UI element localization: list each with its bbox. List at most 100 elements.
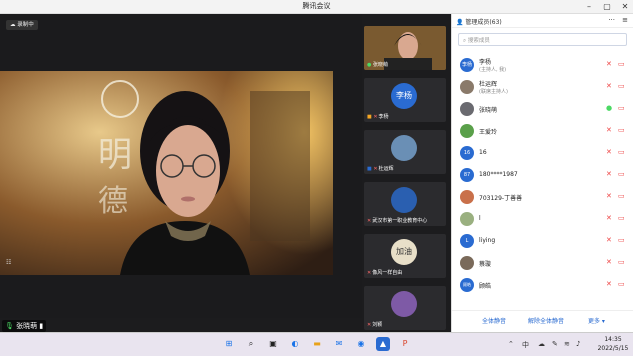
camera-off-icon[interactable]: ▭ bbox=[618, 60, 625, 68]
mic-off-icon[interactable]: ✕ bbox=[606, 148, 612, 156]
tencent-meeting-icon[interactable]: ▲ bbox=[376, 337, 390, 351]
members-icon: 👤 bbox=[456, 19, 464, 26]
windows-start-icon[interactable]: ⊞ bbox=[222, 337, 236, 351]
avatar bbox=[460, 102, 474, 116]
search-icon[interactable]: ⌕ bbox=[244, 337, 258, 351]
camera-off-icon[interactable]: ▭ bbox=[618, 104, 625, 112]
svg-text:明: 明 bbox=[98, 135, 132, 175]
more-options-icon[interactable]: ··· bbox=[608, 16, 615, 24]
layout-grid-icon[interactable]: ☷ bbox=[6, 259, 16, 268]
avatar: 顾皓 bbox=[460, 278, 474, 292]
mic-on-icon[interactable]: ● bbox=[606, 104, 612, 112]
mic-off-icon[interactable]: ✕ bbox=[606, 236, 612, 244]
camera-off-icon[interactable]: ▭ bbox=[618, 126, 625, 134]
thumb-participant[interactable]: ■ ✕杜运辉 bbox=[364, 130, 446, 174]
avatar: 李杨 bbox=[391, 83, 417, 109]
mic-off-icon[interactable]: ✕ bbox=[606, 126, 612, 134]
search-icon: ⌕ bbox=[463, 38, 467, 44]
wps-icon[interactable]: P bbox=[398, 337, 412, 351]
panel-header: 👤 管理成员(63) ··· ≡ bbox=[452, 14, 633, 28]
camera-off-icon[interactable]: ▭ bbox=[618, 148, 625, 156]
mail-icon[interactable]: ✉ bbox=[332, 337, 346, 351]
member-list: 李杨 李杨 (主持人, 我) ✕ ▭ 杜运辉 (联席主持人) ✕ ▭ 张晓萌 ●… bbox=[452, 54, 633, 312]
svg-text:德: 德 bbox=[98, 184, 128, 219]
wifi-icon[interactable]: ≋ bbox=[564, 340, 570, 348]
cohost-icon: ■ bbox=[367, 166, 372, 172]
more-button[interactable]: 更多 ▾ bbox=[588, 316, 605, 325]
avatar: L bbox=[460, 234, 474, 248]
maximize-icon[interactable]: ▢ bbox=[601, 1, 613, 13]
thumb-participant[interactable]: ✕武汉市第一职业教育中心 bbox=[364, 182, 446, 226]
mic-off-icon[interactable]: ✕ bbox=[606, 170, 612, 178]
camera-off-icon[interactable]: ▭ bbox=[618, 258, 625, 266]
list-item[interactable]: L liying ✕ ▭ bbox=[452, 230, 633, 252]
volume-icon[interactable]: ♪ bbox=[576, 340, 580, 348]
thumb-participant[interactable]: 李杨 ■ ✕李杨 bbox=[364, 78, 446, 122]
file-explorer-icon[interactable]: ▬ bbox=[310, 337, 324, 351]
panel-menu-icon[interactable]: ≡ bbox=[622, 16, 628, 24]
window-title: 腾讯会议 bbox=[302, 2, 331, 10]
list-item[interactable]: 蔡璇 ✕ ▭ bbox=[452, 252, 633, 274]
task-view-icon[interactable]: ▣ bbox=[266, 337, 280, 351]
list-item[interactable]: l ✕ ▭ bbox=[452, 208, 633, 230]
thumb-participant[interactable]: ✕刘颖 bbox=[364, 286, 446, 330]
active-speaker-label: 🎙 张晓萌 ▮ bbox=[2, 320, 47, 332]
list-item[interactable]: 王爱玲 ✕ ▭ bbox=[452, 120, 633, 142]
mic-off-icon: ✕ bbox=[367, 322, 372, 328]
avatar bbox=[460, 212, 474, 226]
main-speaker-video[interactable]: 明 德 bbox=[0, 71, 333, 275]
avatar: 加油 bbox=[391, 239, 417, 265]
list-item[interactable]: 张晓萌 ● ▭ bbox=[452, 98, 633, 120]
list-item[interactable]: 杜运辉 (联席主持人) ✕ ▭ bbox=[452, 76, 633, 98]
cloud-icon[interactable]: ☁ bbox=[538, 340, 545, 348]
mic-off-icon: ✕ bbox=[373, 114, 378, 120]
camera-off-icon[interactable]: ▭ bbox=[618, 82, 625, 90]
avatar: 87 bbox=[460, 168, 474, 182]
mute-all-button[interactable]: 全体静音 bbox=[482, 316, 506, 325]
avatar: 李杨 bbox=[460, 58, 474, 72]
mic-off-icon[interactable]: ✕ bbox=[606, 60, 612, 68]
avatar bbox=[391, 187, 417, 213]
mic-icon: ● bbox=[367, 62, 372, 68]
list-item[interactable]: 703129-丁善善 ✕ ▭ bbox=[452, 186, 633, 208]
unmute-all-button[interactable]: 解除全体静音 bbox=[528, 316, 564, 325]
browser-icon[interactable]: ◉ bbox=[354, 337, 368, 351]
list-item[interactable]: 87 180****1987 ✕ ▭ bbox=[452, 164, 633, 186]
speaker-video-frame: 明 德 bbox=[0, 71, 333, 275]
avatar bbox=[391, 135, 417, 161]
system-clock[interactable]: 14:35 2022/5/15 bbox=[594, 335, 632, 353]
mic-off-icon[interactable]: ✕ bbox=[606, 192, 612, 200]
mic-off-icon[interactable]: ✕ bbox=[606, 214, 612, 222]
taskbar: ⊞ ⌕ ▣ ◐ ▬ ✉ ◉ ▲ P ⌃ 中 ☁ ✎ ≋ ♪ 14:35 2022… bbox=[0, 332, 633, 356]
camera-off-icon[interactable]: ▭ bbox=[618, 192, 625, 200]
camera-off-icon[interactable]: ▭ bbox=[618, 214, 625, 222]
panel-footer: 全体静音 解除全体静音 更多 ▾ bbox=[452, 310, 633, 332]
list-item[interactable]: 李杨 李杨 (主持人, 我) ✕ ▭ bbox=[452, 54, 633, 76]
mic-off-icon: ✕ bbox=[367, 218, 372, 224]
avatar bbox=[460, 190, 474, 204]
camera-off-icon[interactable]: ▭ bbox=[618, 280, 625, 288]
mic-off-icon[interactable]: ✕ bbox=[606, 280, 612, 288]
minimize-icon[interactable]: – bbox=[583, 1, 595, 13]
mic-off-icon[interactable]: ✕ bbox=[606, 258, 612, 266]
list-item[interactable]: 16 16 ✕ ▭ bbox=[452, 142, 633, 164]
avatar bbox=[460, 124, 474, 138]
panel-title: 管理成员(63) bbox=[465, 19, 502, 26]
list-item[interactable]: 顾皓 顾皓 ✕ ▭ bbox=[452, 274, 633, 296]
camera-off-icon[interactable]: ▭ bbox=[618, 170, 625, 178]
recording-badge[interactable]: ☁ 录制中 bbox=[6, 20, 38, 30]
edge-icon[interactable]: ◐ bbox=[288, 337, 302, 351]
mic-icon: 🎙 bbox=[5, 322, 14, 330]
camera-off-icon[interactable]: ▭ bbox=[618, 236, 625, 244]
avatar: 16 bbox=[460, 146, 474, 160]
mic-off-icon[interactable]: ✕ bbox=[606, 82, 612, 90]
thumb-participant[interactable]: 加油 ✕像风一样自由 bbox=[364, 234, 446, 278]
thumb-participant[interactable]: ● 张晓萌 bbox=[364, 26, 446, 70]
close-icon[interactable]: ✕ bbox=[619, 1, 631, 13]
pen-icon[interactable]: ✎ bbox=[552, 340, 558, 348]
ime-indicator[interactable]: 中 bbox=[522, 340, 529, 350]
chevron-up-icon[interactable]: ⌃ bbox=[508, 340, 514, 348]
member-search-input[interactable]: ⌕ 搜索成员 bbox=[458, 33, 627, 46]
cloud-icon: ☁ bbox=[10, 22, 16, 28]
host-icon: ■ bbox=[367, 114, 372, 120]
